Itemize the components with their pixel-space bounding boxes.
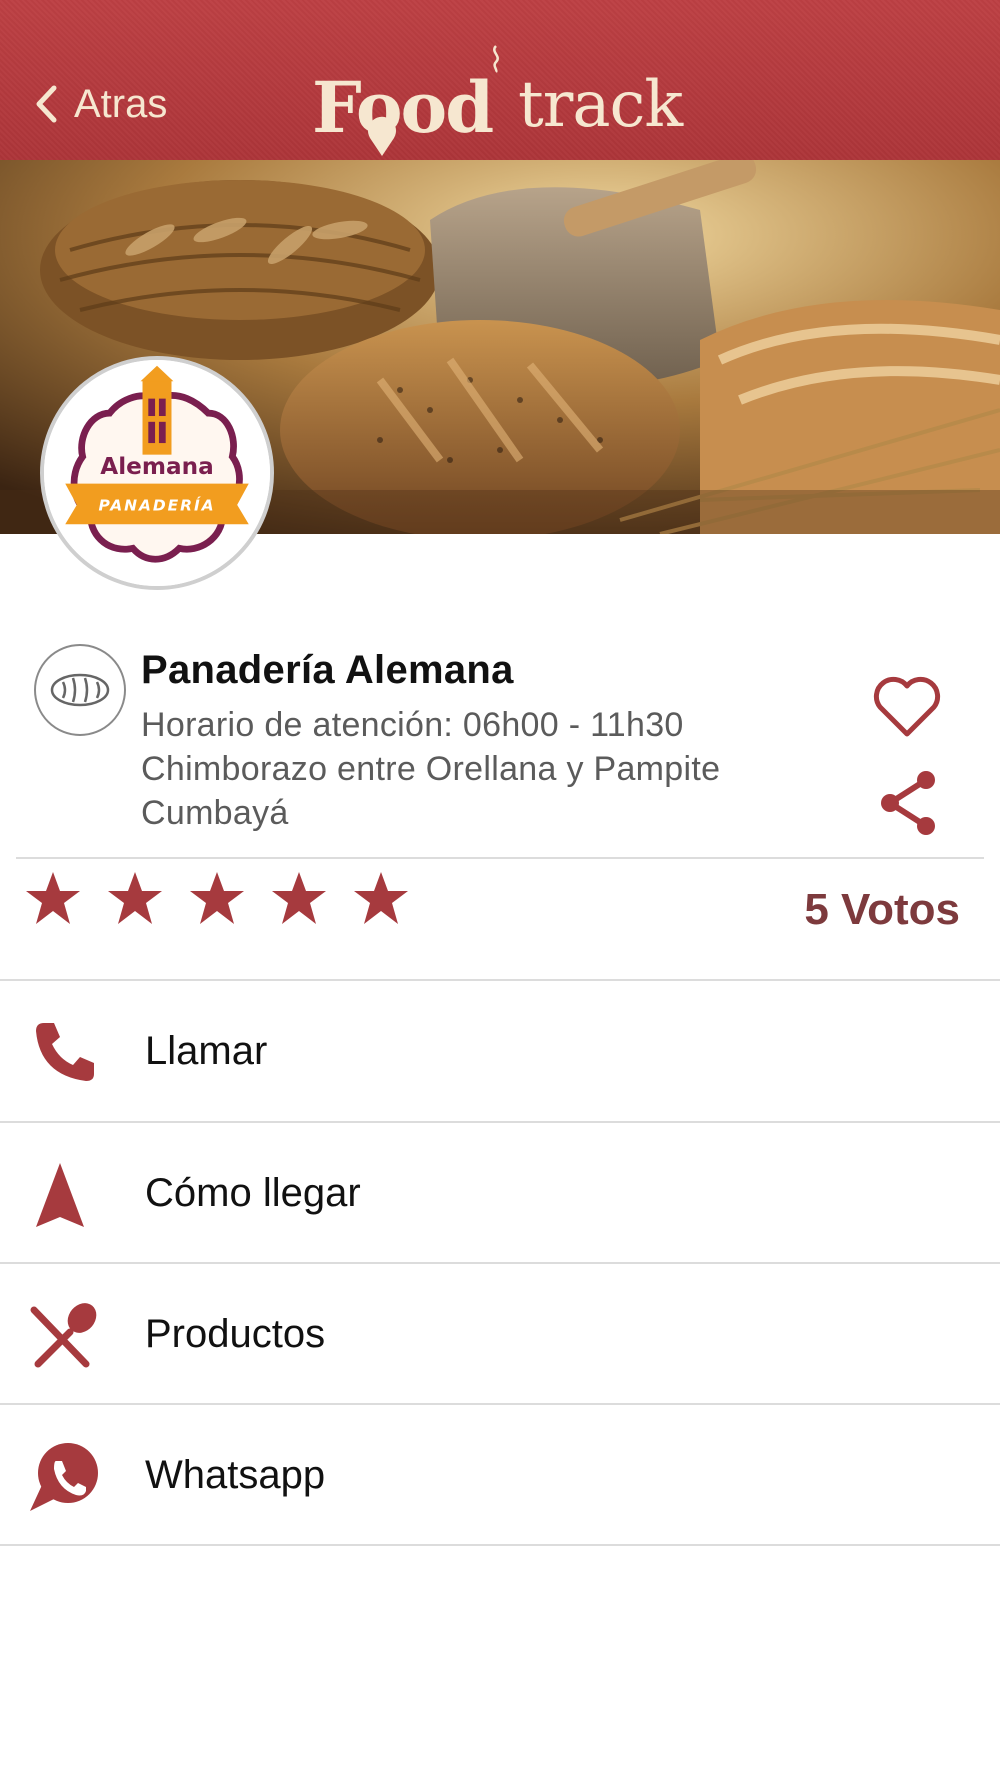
whatsapp-row[interactable]: Whatsapp bbox=[0, 1405, 1000, 1545]
star-icon[interactable] bbox=[24, 870, 82, 928]
products-label: Productos bbox=[145, 1312, 326, 1356]
fork-spoon-icon bbox=[30, 1303, 97, 1368]
rating-stars[interactable] bbox=[24, 870, 410, 932]
whatsapp-label: Whatsapp bbox=[145, 1453, 326, 1497]
store-address-line2: Cumbayá bbox=[141, 794, 289, 832]
star-icon[interactable] bbox=[106, 870, 164, 928]
divider bbox=[0, 1544, 1000, 1546]
star-icon[interactable] bbox=[188, 870, 246, 928]
store-logo-name: Alemana bbox=[100, 453, 213, 480]
votes-count: 5 Votos bbox=[804, 885, 960, 934]
star-icon[interactable] bbox=[352, 870, 410, 928]
directions-label: Cómo llegar bbox=[145, 1171, 361, 1215]
store-logo-sub: PANADERÍA bbox=[98, 496, 215, 515]
navigation-icon bbox=[36, 1163, 84, 1227]
call-row[interactable]: Llamar bbox=[0, 981, 1000, 1121]
foodtrack-logo: Food track bbox=[312, 44, 692, 156]
store-detail-screen: Atras Food track Alemana PANADERÍA Panad… bbox=[0, 0, 1000, 1778]
back-label: Atras bbox=[74, 81, 168, 126]
logo-text-track: track bbox=[518, 68, 683, 142]
back-button[interactable]: Atras bbox=[32, 72, 167, 136]
divider bbox=[16, 857, 984, 859]
logo-text-food: Food bbox=[312, 66, 494, 149]
location-pin-icon bbox=[368, 116, 396, 156]
heart-icon[interactable] bbox=[872, 676, 942, 740]
call-label: Llamar bbox=[145, 1029, 268, 1073]
directions-row[interactable]: Cómo llegar bbox=[0, 1123, 1000, 1263]
whatsapp-icon bbox=[30, 1443, 98, 1511]
star-icon[interactable] bbox=[270, 870, 328, 928]
bread-category-icon bbox=[34, 644, 126, 736]
phone-icon bbox=[36, 1023, 94, 1081]
app-header: Atras Food track bbox=[0, 0, 1000, 160]
store-name: Panadería Alemana bbox=[141, 648, 514, 692]
store-logo: Alemana PANADERÍA bbox=[40, 356, 274, 590]
share-icon[interactable] bbox=[876, 768, 940, 838]
store-hours: Horario de atención: 06h00 - 11h30 bbox=[141, 706, 684, 744]
chevron-left-icon bbox=[36, 85, 57, 123]
store-address-line1: Chimborazo entre Orellana y Pampite bbox=[141, 750, 721, 788]
products-row[interactable]: Productos bbox=[0, 1264, 1000, 1404]
